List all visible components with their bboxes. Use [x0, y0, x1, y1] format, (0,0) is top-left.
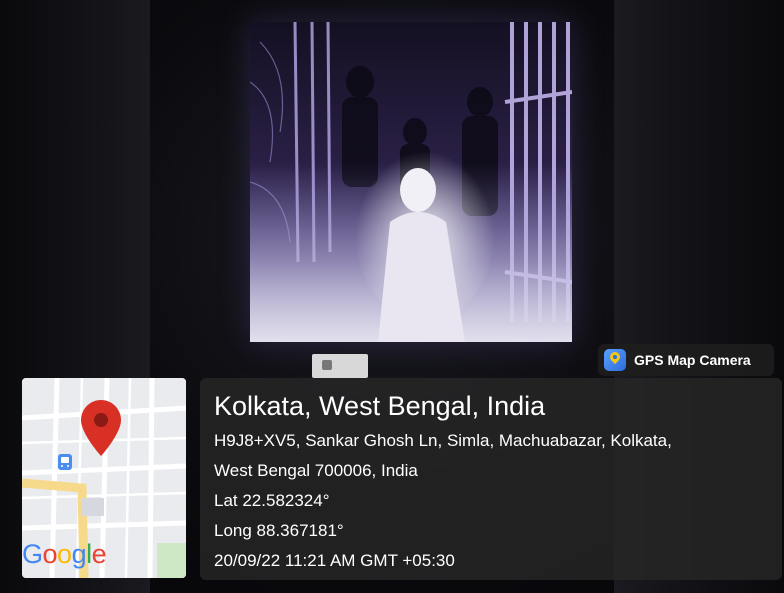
- projected-video-frame: [250, 22, 572, 342]
- app-label: GPS Map Camera: [634, 352, 751, 368]
- map-thumbnail: Google: [22, 378, 186, 578]
- location-details: Kolkata, West Bengal, India H9J8+XV5, Sa…: [214, 390, 672, 576]
- photo-scene: Google GPS Map Camera Kolkata, West Beng…: [0, 0, 784, 593]
- gps-map-camera-badge: GPS Map Camera: [598, 344, 774, 376]
- location-marker-icon: [81, 400, 121, 456]
- timestamp: 20/09/22 11:21 AM GMT +05:30: [214, 551, 455, 570]
- projector-stand: [312, 354, 368, 378]
- bus-icon: [58, 454, 72, 470]
- latitude: Lat 22.582324°: [214, 491, 330, 510]
- address-line-2: West Bengal 700006, India: [214, 461, 418, 480]
- longitude: Long 88.367181°: [214, 521, 344, 540]
- projection-image: [250, 22, 572, 342]
- google-logo: Google: [22, 539, 107, 569]
- place-title: Kolkata, West Bengal, India: [214, 391, 546, 421]
- stand-slot: [322, 360, 332, 370]
- map-pin-icon: [604, 349, 626, 371]
- address-line-1: H9J8+XV5, Sankar Ghosh Ln, Simla, Machua…: [214, 431, 672, 450]
